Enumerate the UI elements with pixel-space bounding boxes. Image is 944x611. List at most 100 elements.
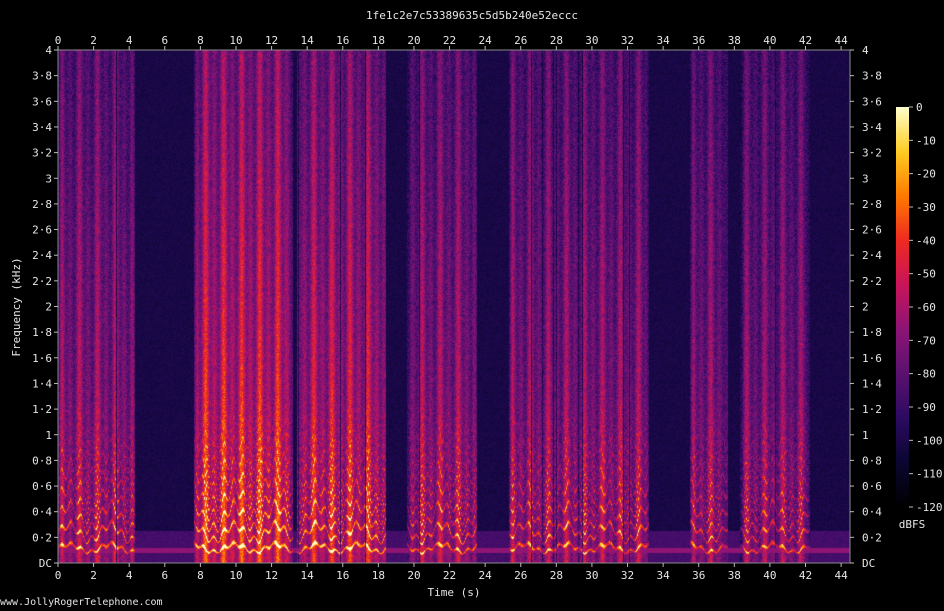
y-tick-left-label: 4	[45, 44, 52, 57]
spectrogram-plot-area	[58, 50, 850, 563]
colorbar-tick-label: -20	[916, 168, 936, 181]
y-tick-left-label: 0·6	[32, 480, 52, 493]
x-tick-top-label: 30	[585, 34, 598, 47]
x-tick-bottom-label: 30	[585, 569, 598, 582]
colorbar-tick-label: -10	[916, 134, 936, 147]
x-tick-bottom-label: 28	[550, 569, 563, 582]
x-tick-top-label: 42	[799, 34, 812, 47]
x-tick-bottom-label: 26	[514, 569, 527, 582]
colorbar-tick-label: -30	[916, 201, 936, 214]
y-tick-right-label: 3·6	[862, 95, 882, 108]
x-tick-top-label: 26	[514, 34, 527, 47]
y-tick-left-label: 2·8	[32, 198, 52, 211]
x-tick-bottom-label: 4	[126, 569, 133, 582]
x-tick-top-label: 4	[126, 34, 133, 47]
colorbar-tick-label: -40	[916, 234, 936, 247]
spectrogram-chart: 1fe1c2e7c53389635c5d5b240e52eccc 0 2 4 6 8 10…	[10, 9, 943, 599]
y-axis-label: Frequency (kHz)	[10, 257, 23, 356]
x-axis-label: Time (s)	[428, 586, 481, 599]
y-tick-left-label: 1·4	[32, 377, 52, 390]
y-tick-left-label: 1·6	[32, 352, 52, 365]
colorbar-ticks: 0 -10 -20 -30 -40 -50 -60 -70 -80 -90 -100 -110 -120	[909, 101, 943, 514]
x-tick-top-label: 36	[692, 34, 705, 47]
x-tick-bottom-label: 44	[834, 569, 848, 582]
x-tick-top-label: 24	[479, 34, 493, 47]
colorbar-tick-label: -80	[916, 368, 936, 381]
y-tick-right-label: 1·4	[862, 377, 882, 390]
x-tick-top-label: 40	[763, 34, 776, 47]
x-tick-top-label: 12	[265, 34, 278, 47]
watermark: www.JollyRogerTelephone.com	[0, 597, 163, 608]
x-tick-top-label: 18	[372, 34, 385, 47]
y-tick-left-label: 3·6	[32, 95, 52, 108]
y-tick-right-label: 2·6	[862, 224, 882, 237]
colorbar-tick-label: -100	[916, 434, 943, 447]
y-tick-left-label: 3·2	[32, 147, 52, 160]
x-tick-top-label: 10	[229, 34, 242, 47]
y-tick-left-label: 2·6	[32, 224, 52, 237]
y-tick-right-label: 1·8	[862, 326, 882, 339]
x-tick-top-label: 44	[834, 34, 848, 47]
x-tick-bottom-label: 32	[621, 569, 634, 582]
x-tick-top-label: 28	[550, 34, 563, 47]
y-tick-right-label: 4	[862, 44, 869, 57]
y-tick-left-label: 3·8	[32, 70, 52, 83]
x-tick-bottom-label: 22	[443, 569, 456, 582]
y-tick-right-label: 0·2	[862, 531, 882, 544]
y-tick-right-label: 0·6	[862, 480, 882, 493]
x-tick-top-label: 2	[90, 34, 97, 47]
x-axis-top: 0 2 4 6 8 10 12 14 16 18 20 22 24 26 28 30 32 34 36 38 40 42 4…	[55, 34, 848, 50]
x-tick-bottom-label: 36	[692, 569, 705, 582]
y-tick-left-label: 0·8	[32, 454, 52, 467]
y-tick-right-label: 3·2	[862, 147, 882, 160]
y-tick-right-label: 1	[862, 429, 869, 442]
x-tick-top-label: 6	[161, 34, 168, 47]
x-tick-bottom-label: 42	[799, 569, 812, 582]
y-tick-right-label: 0·8	[862, 454, 882, 467]
y-tick-right-label: 2·8	[862, 198, 882, 211]
x-tick-bottom-label: 34	[656, 569, 670, 582]
x-tick-top-label: 22	[443, 34, 456, 47]
colorbar-tick-label: 0	[916, 101, 923, 114]
chart-title: 1fe1c2e7c53389635c5d5b240e52eccc	[366, 9, 578, 22]
x-tick-top-label: 8	[197, 34, 204, 47]
colorbar-tick-label: -110	[916, 468, 943, 481]
x-tick-bottom-label: 20	[407, 569, 420, 582]
y-tick-right-label: 3·8	[862, 70, 882, 83]
y-tick-left-label: 2	[45, 301, 52, 314]
y-tick-left-label: 2·4	[32, 249, 52, 262]
y-tick-right-label: 2	[862, 301, 869, 314]
y-tick-right-label: DC	[862, 557, 875, 570]
x-tick-top-label: 14	[301, 34, 315, 47]
y-tick-right-label: 1·2	[862, 403, 882, 416]
x-tick-bottom-label: 14	[301, 569, 315, 582]
y-tick-left-label: 3·4	[32, 121, 52, 134]
x-tick-bottom-label: 6	[161, 569, 168, 582]
y-tick-left-label: 2·2	[32, 275, 52, 288]
colorbar-unit-label: dBFS	[899, 518, 926, 531]
x-tick-bottom-label: 8	[197, 569, 204, 582]
colorbar	[896, 107, 909, 507]
x-tick-bottom-label: 10	[229, 569, 242, 582]
y-tick-left-label: 1·2	[32, 403, 52, 416]
colorbar-tick-label: -90	[916, 401, 936, 414]
x-tick-bottom-label: 40	[763, 569, 776, 582]
x-tick-top-label: 38	[728, 34, 741, 47]
x-tick-top-label: 20	[407, 34, 420, 47]
x-tick-bottom-label: 12	[265, 569, 278, 582]
y-tick-left-label: 1·8	[32, 326, 52, 339]
x-tick-top-label: 16	[336, 34, 349, 47]
colorbar-tick-label: -120	[916, 501, 943, 514]
x-tick-top-label: 34	[656, 34, 670, 47]
y-tick-left-label: DC	[39, 557, 52, 570]
x-tick-bottom-label: 18	[372, 569, 385, 582]
y-axis-left: DC 0·2 0·4 0·6 0·8 1 1·2 1·4 1·6 1·8 2 2·2 2·4 2·6 2·8…	[32, 44, 58, 570]
y-tick-right-label: 3	[862, 172, 869, 185]
y-tick-left-label: 0·4	[32, 506, 52, 519]
y-tick-right-label: 2·4	[862, 249, 882, 262]
colorbar-tick-label: -70	[916, 334, 936, 347]
x-tick-bottom-label: 24	[479, 569, 493, 582]
x-tick-bottom-label: 0	[55, 569, 62, 582]
x-tick-bottom-label: 16	[336, 569, 349, 582]
x-tick-top-label: 0	[55, 34, 62, 47]
